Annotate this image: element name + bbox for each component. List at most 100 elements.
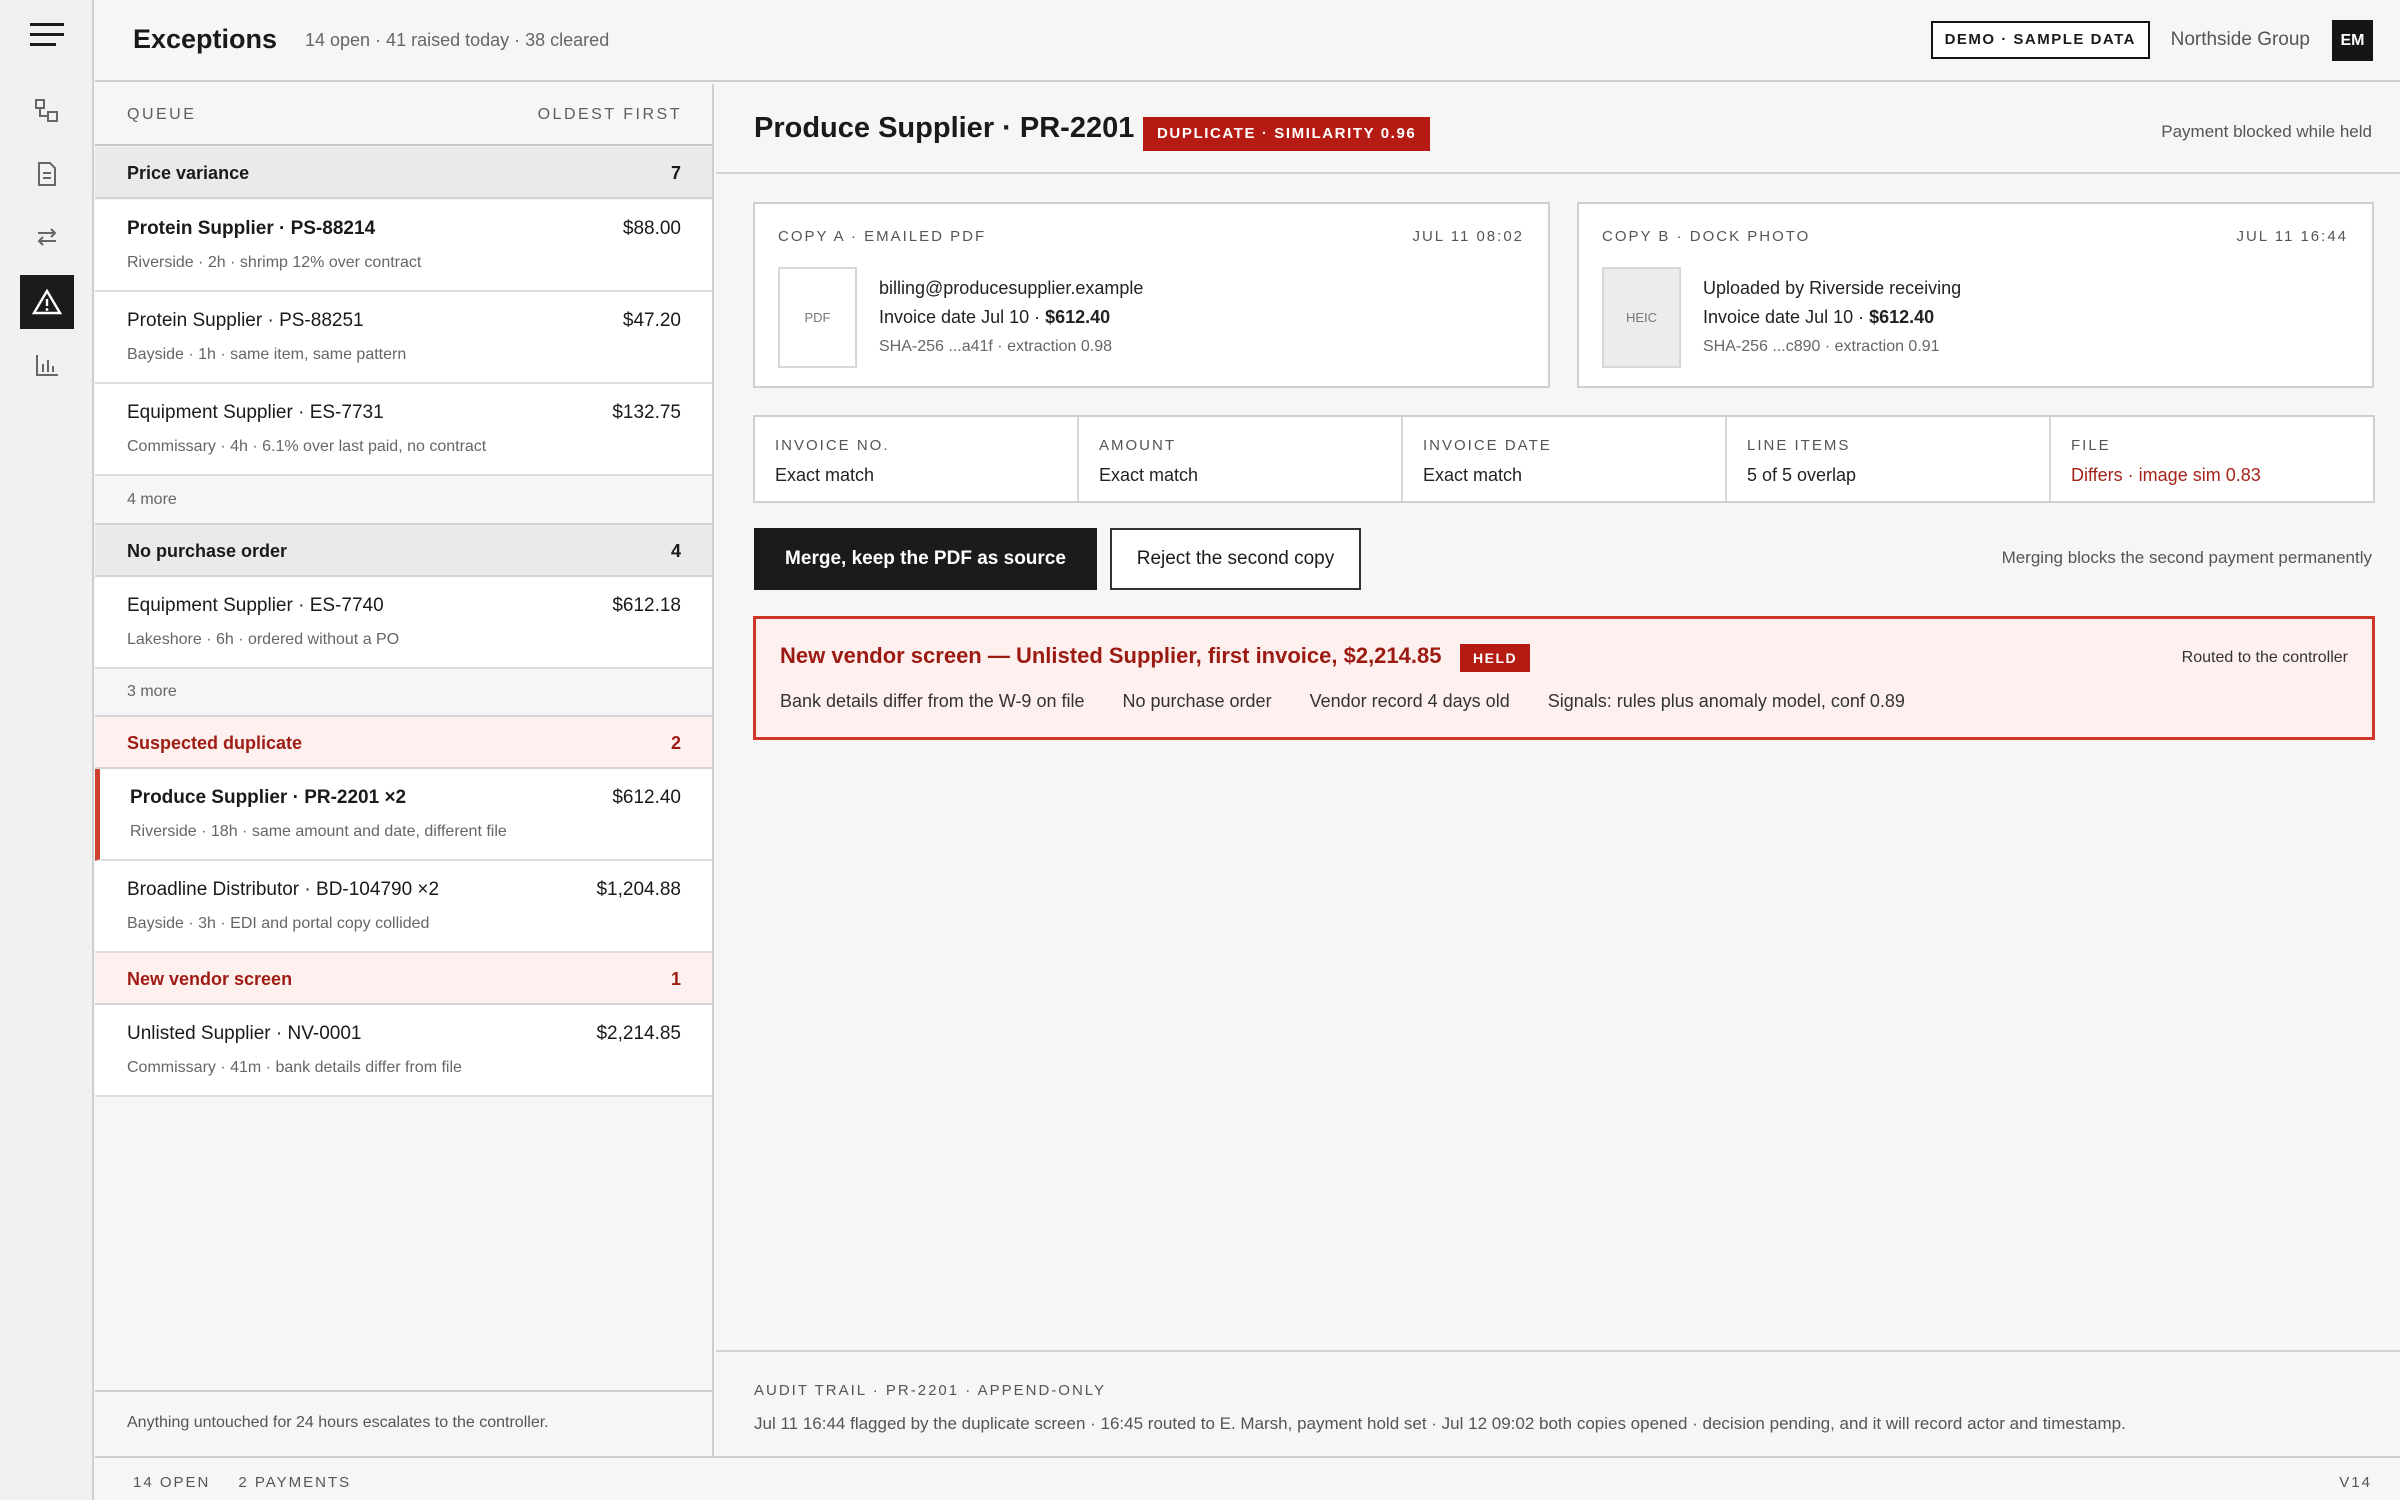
group-price-variance[interactable]: Price variance 7	[95, 147, 712, 199]
compare-value: Exact match	[1423, 465, 1523, 485]
payment-hold-note: Payment blocked while held	[2161, 122, 2372, 141]
compare-value: Exact match	[775, 465, 875, 485]
menu-button[interactable]	[20, 8, 74, 62]
avatar[interactable]: EM	[2332, 20, 2373, 61]
copy-invoice-date: Invoice date Jul 10 ·	[879, 307, 1046, 327]
queue-item-amount: $47.20	[622, 310, 681, 331]
queue-item-title: Protein Supplier · PS-88251	[127, 310, 364, 331]
alert-detail: Signals: rules plus anomaly model, conf …	[1547, 691, 1905, 711]
compare-label: INVOICE DATE	[1423, 437, 1552, 454]
status-bar: 14 OPEN 2 PAYMENTS V14	[95, 1456, 2400, 1500]
group-count: 1	[670, 969, 681, 989]
queue-item-title: Protein Supplier · PS-88214	[127, 218, 376, 239]
alert-title: New vendor screen — Unlisted Supplier, f…	[780, 643, 1442, 668]
merge-note: Merging blocks the second payment perman…	[2001, 548, 2372, 567]
queue-item[interactable]: Protein Supplier · PS-88251 $47.20 Baysi…	[95, 292, 712, 384]
duplicate-badge: DUPLICATE · SIMILARITY 0.96	[1143, 117, 1431, 151]
queue-label: QUEUE	[127, 106, 197, 123]
queue-item-meta: Bayside · 3h · EDI and portal copy colli…	[127, 915, 430, 932]
queue-item[interactable]: Protein Supplier · PS-88214 $88.00 River…	[95, 200, 712, 292]
menu-icon	[30, 23, 64, 46]
group-suspected-duplicate[interactable]: Suspected duplicate 2	[95, 717, 712, 769]
group-name: New vendor screen	[127, 969, 293, 989]
group-new-vendor-screen[interactable]: New vendor screen 1	[95, 953, 712, 1005]
group-count: 2	[670, 733, 681, 753]
copy-timestamp: JUL 11 08:02	[1412, 228, 1524, 245]
top-bar: Exceptions 14 open · 41 raised today · 3…	[95, 0, 2400, 82]
alert-details: Bank details differ from the W-9 on file…	[780, 691, 1905, 712]
org-switcher[interactable]: Northside Group	[2171, 29, 2310, 51]
compare-value: Differs · image sim 0.83	[2071, 465, 2261, 485]
audit-text: Jul 11 16:44 flagged by the duplicate sc…	[754, 1414, 2126, 1433]
reject-button[interactable]: Reject the second copy	[1110, 528, 1361, 590]
group-no-purchase-order[interactable]: No purchase order 4	[95, 525, 712, 577]
status-open: 14 OPEN	[133, 1474, 211, 1491]
copy-label: COPY A · EMAILED PDF	[778, 228, 987, 245]
image-file-icon[interactable]: HEIC	[1602, 267, 1681, 368]
group-name: Price variance	[127, 163, 250, 183]
audit-label: AUDIT TRAIL · PR-2201 · APPEND-ONLY	[754, 1382, 1107, 1399]
merge-button[interactable]: Merge, keep the PDF as source	[754, 528, 1097, 590]
compare-invoice-date: INVOICE DATE Exact match	[1403, 417, 1727, 501]
warning-icon	[32, 288, 62, 315]
queue-item-meta: Commissary · 41m · bank details differ f…	[127, 1059, 462, 1076]
exception-queue: QUEUE OLDEST FIRST Price variance 7 Prot…	[95, 84, 714, 1456]
document-icon	[38, 162, 56, 186]
copy-b-card[interactable]: COPY B · DOCK PHOTO JUL 11 16:44 HEIC Up…	[1577, 202, 2374, 388]
pdf-file-icon[interactable]: PDF	[778, 267, 857, 368]
queue-item-amount: $612.40	[612, 787, 681, 808]
queue-item[interactable]: Unlisted Supplier · NV-0001 $2,214.85 Co…	[95, 1005, 712, 1097]
compare-label: FILE	[2071, 437, 2111, 454]
show-more-link[interactable]: 3 more	[95, 669, 712, 717]
show-more-label: 4 more	[127, 491, 177, 508]
page-title: Exceptions	[133, 24, 278, 54]
queue-item-title: Broadline Distributor · BD-104790 ×2	[127, 879, 440, 900]
compare-label: INVOICE NO.	[775, 437, 890, 454]
compare-value: 5 of 5 overlap	[1747, 465, 1857, 485]
field-comparison: INVOICE NO. Exact match AMOUNT Exact mat…	[753, 415, 2375, 503]
nav-reports[interactable]	[20, 338, 74, 392]
case-header: Produce Supplier · PR-2201 DUPLICATE · S…	[716, 84, 2400, 174]
copy-amount: $612.40	[1045, 307, 1111, 327]
show-more-link[interactable]: 4 more	[95, 477, 712, 525]
queue-item[interactable]: Broadline Distributor · BD-104790 ×2 $1,…	[95, 861, 712, 953]
copy-a-card[interactable]: COPY A · EMAILED PDF JUL 11 08:02 PDF bi…	[753, 202, 1550, 388]
queue-item-title: Equipment Supplier · ES-7731	[127, 402, 384, 423]
audit-trail: AUDIT TRAIL · PR-2201 · APPEND-ONLY Jul …	[716, 1350, 2400, 1456]
escalation-note: Anything untouched for 24 hours escalate…	[127, 1414, 549, 1431]
queue-item-selected[interactable]: Produce Supplier · PR-2201 ×2 $612.40 Ri…	[95, 769, 712, 861]
alert-route: Routed to the controller	[2181, 649, 2348, 666]
copy-invoice-line: Invoice date Jul 10 · $612.40	[879, 307, 1110, 328]
queue-item-meta: Riverside · 18h · same amount and date, …	[130, 823, 507, 840]
compare-label: LINE ITEMS	[1747, 437, 1851, 454]
compare-amount: AMOUNT Exact match	[1079, 417, 1403, 501]
group-name: No purchase order	[127, 541, 288, 561]
queue-item-meta: Bayside · 1h · same item, same pattern	[127, 346, 407, 363]
compare-file: FILE Differs · image sim 0.83	[2051, 417, 2373, 501]
nav-sync[interactable]	[20, 210, 74, 264]
queue-item-title: Equipment Supplier · ES-7740	[127, 595, 384, 616]
queue-sort-toggle[interactable]: OLDEST FIRST	[538, 106, 682, 124]
compare-invoice-no: INVOICE NO. Exact match	[755, 417, 1079, 501]
group-name: Suspected duplicate	[127, 733, 303, 753]
nav-documents[interactable]	[20, 147, 74, 201]
nav-workflow[interactable]	[20, 84, 74, 138]
vendor-alert[interactable]: New vendor screen — Unlisted Supplier, f…	[753, 616, 2375, 740]
queue-item-title: Produce Supplier · PR-2201 ×2	[130, 787, 407, 808]
queue-item-amount: $612.18	[612, 595, 681, 616]
copy-source: billing@producesupplier.example	[879, 278, 1144, 298]
group-count: 4	[670, 541, 681, 561]
copy-hash: SHA-256 ...c890 · extraction 0.91	[1703, 338, 1940, 355]
queue-item-title: Unlisted Supplier · NV-0001	[127, 1023, 362, 1044]
compare-line-items: LINE ITEMS 5 of 5 overlap	[1727, 417, 2051, 501]
queue-item[interactable]: Equipment Supplier · ES-7740 $612.18 Lak…	[95, 577, 712, 669]
queue-item-meta: Commissary · 4h · 6.1% over last paid, n…	[127, 438, 487, 455]
queue-item-amount: $132.75	[612, 402, 681, 423]
queue-item[interactable]: Equipment Supplier · ES-7731 $132.75 Com…	[95, 384, 712, 476]
queue-item-meta: Lakeshore · 6h · ordered without a PO	[127, 631, 400, 648]
queue-item-amount: $2,214.85	[596, 1023, 681, 1044]
demo-badge: DEMO · SAMPLE DATA	[1930, 21, 2150, 59]
page-summary: 14 open · 41 raised today · 38 cleared	[305, 30, 610, 50]
nav-exceptions[interactable]	[20, 275, 74, 329]
alert-detail: No purchase order	[1122, 691, 1272, 711]
